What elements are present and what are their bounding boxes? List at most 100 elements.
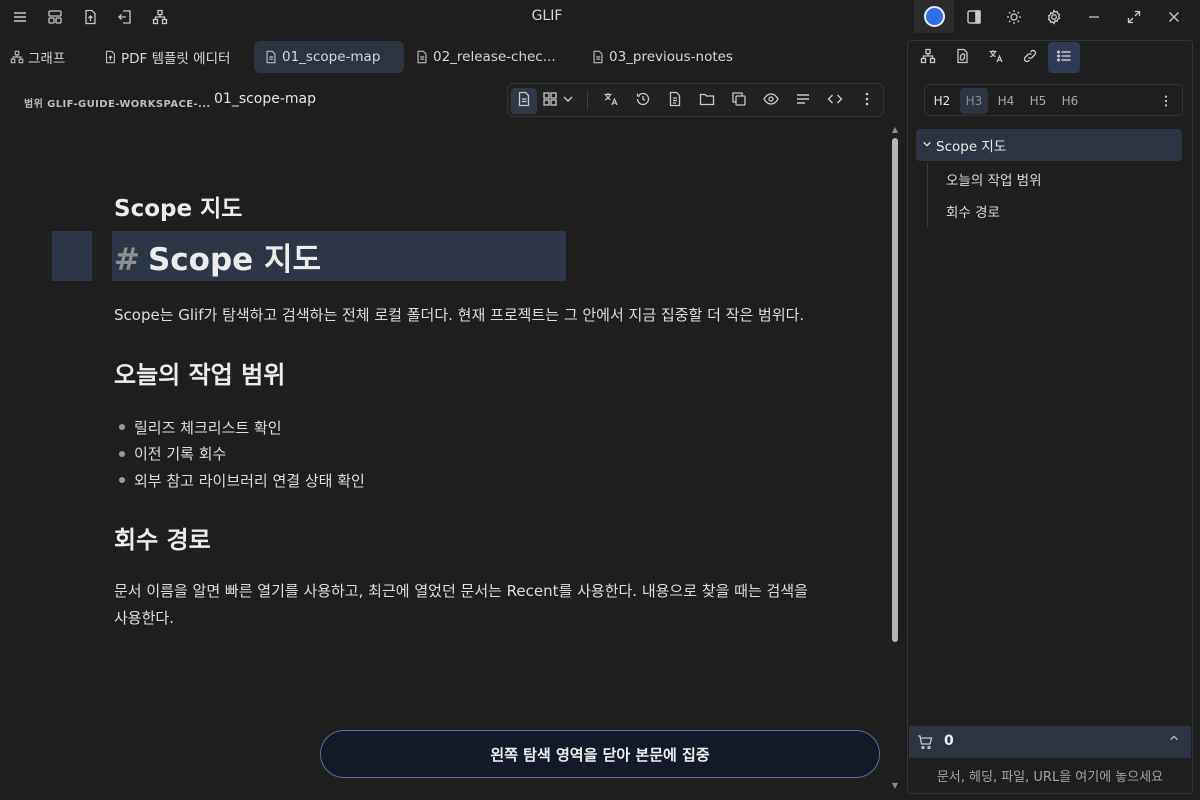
section-heading: 오늘의 작업 범위 <box>114 361 286 389</box>
maximize-icon[interactable] <box>1114 0 1154 33</box>
copy-button[interactable] <box>726 88 752 114</box>
align-icon <box>795 91 811 111</box>
outline-item[interactable]: 회수 경로 <box>928 195 1182 227</box>
document-icon <box>516 91 532 111</box>
focus-mode-button[interactable]: 왼쪽 탐색 영역을 닫아 본문에 집중 <box>320 730 880 778</box>
document-icon <box>264 50 278 64</box>
cart-count: 0 <box>944 733 954 749</box>
folder-icon <box>699 91 715 111</box>
record-icon <box>923 6 945 27</box>
list-icon <box>1056 48 1072 68</box>
document-icon <box>591 50 605 64</box>
brightness-icon[interactable] <box>994 0 1034 33</box>
file-icon <box>667 91 683 111</box>
title-bar-right-tools <box>914 0 1194 33</box>
heading-level-h3[interactable]: H3 <box>960 88 988 114</box>
history-icon <box>635 91 651 111</box>
panel-tab-translate[interactable] <box>980 42 1012 73</box>
tab-graph[interactable]: 그래프 <box>0 41 75 73</box>
list-item: 릴리즈 체크리스트 확인 <box>114 414 365 441</box>
close-icon[interactable] <box>1154 0 1194 33</box>
copy-icon <box>731 91 747 111</box>
heading-level-h6[interactable]: H6 <box>1056 88 1084 114</box>
heading-level-filter: H2 H3 H4 H5 H6 <box>924 84 1183 116</box>
sidebar-toggle-icon[interactable] <box>954 0 994 33</box>
outline-item[interactable]: 오늘의 작업 범위 <box>928 163 1182 195</box>
cart-icon <box>917 734 933 754</box>
heading-level-h5[interactable]: H5 <box>1024 88 1052 114</box>
tab-label: 01_scope-map <box>282 49 381 65</box>
scroll-up-icon[interactable]: ▲ <box>891 126 899 134</box>
gear-icon[interactable] <box>1034 0 1074 33</box>
panel-tab-links[interactable] <box>1014 42 1046 73</box>
heading-marker: # <box>114 242 140 278</box>
minimize-icon[interactable] <box>1074 0 1114 33</box>
editor-toolbar <box>507 83 884 117</box>
outline-item-root[interactable]: Scope 지도 <box>916 129 1182 161</box>
translate-button[interactable] <box>598 88 624 114</box>
tab-label: 02_release-chec... <box>433 49 556 65</box>
record-button[interactable] <box>914 0 954 33</box>
tab-01-scope-map[interactable]: 01_scope-map <box>254 41 404 73</box>
preview-button[interactable] <box>758 88 784 114</box>
tab-label: PDF 템플릿 에디터 <box>121 51 231 67</box>
chevron-down-icon <box>562 93 574 109</box>
editor[interactable]: Scope 지도 # Scope 지도 Scope는 Glif가 탐색하고 검색하… <box>0 120 888 800</box>
more-icon <box>859 91 875 111</box>
more-options-button[interactable] <box>854 88 880 114</box>
panel-tab-graph[interactable] <box>912 42 944 73</box>
breadcrumb-scope[interactable]: 범위 GLIF-GUIDE-WORKSPACE-... <box>24 95 211 110</box>
bullet-list: 릴리즈 체크리스트 확인 이전 기록 회수 외부 참고 라이브러리 연결 상태 … <box>114 414 365 494</box>
chevron-down-icon[interactable] <box>922 137 932 153</box>
folder-button[interactable] <box>694 88 720 114</box>
file-link-icon <box>954 48 970 68</box>
tab-02-release-checklist[interactable]: 02_release-chec... <box>405 41 566 73</box>
active-line-gutter <box>52 231 92 281</box>
tab-label: 그래프 <box>28 51 66 67</box>
section-heading: 회수 경로 <box>114 526 211 554</box>
more-icon[interactable] <box>1156 89 1176 113</box>
document-icon <box>415 50 429 64</box>
file-upload-icon <box>103 50 117 64</box>
drop-zone[interactable]: 문서, 헤딩, 파일, URL을 여기에 놓으세요 <box>909 758 1191 792</box>
outline-item-label: Scope 지도 <box>936 139 1007 155</box>
title-bar: GLIF <box>0 0 1200 34</box>
source-heading-line[interactable]: # Scope 지도 <box>114 234 321 279</box>
scrollbar-thumb[interactable] <box>892 138 898 642</box>
scroll-down-icon[interactable]: ▼ <box>891 782 899 790</box>
toolbar-divider <box>587 92 588 110</box>
document-view-button[interactable] <box>511 88 537 114</box>
tab-label: 03_previous-notes <box>609 49 733 65</box>
outline-children: 오늘의 작업 범위 회수 경로 <box>927 163 1182 227</box>
translate-icon <box>988 48 1004 68</box>
heading-level-h4[interactable]: H4 <box>992 88 1020 114</box>
view-dropdown-button[interactable] <box>558 88 578 114</box>
graph-icon <box>920 48 936 68</box>
panel-tab-outline[interactable] <box>1048 42 1080 73</box>
chevron-up-icon[interactable] <box>1169 732 1179 746</box>
link-icon <box>1022 48 1038 68</box>
eye-icon <box>763 91 779 111</box>
collection-cart-bar[interactable]: 0 <box>909 726 1191 758</box>
heading-level-h2[interactable]: H2 <box>928 88 956 114</box>
translate-icon <box>603 91 619 111</box>
file-button[interactable] <box>662 88 688 114</box>
breadcrumb-document[interactable]: 01_scope-map <box>214 91 316 107</box>
panel-tab-backlinks[interactable] <box>946 42 978 73</box>
editor-scrollbar[interactable]: ▲ ▼ <box>890 126 900 796</box>
grid-icon <box>542 91 558 111</box>
rendered-title: Scope 지도 <box>114 196 243 222</box>
list-item: 외부 참고 라이브러리 연결 상태 확인 <box>114 467 365 494</box>
outline-tree: Scope 지도 오늘의 작업 범위 회수 경로 <box>916 129 1182 227</box>
list-item: 이전 기록 회수 <box>114 441 365 468</box>
graph-icon <box>10 50 24 64</box>
tab-03-previous-notes[interactable]: 03_previous-notes <box>581 41 743 73</box>
history-button[interactable] <box>630 88 656 114</box>
tab-pdf-template-editor[interactable]: PDF 템플릿 에디터 <box>93 41 240 73</box>
paragraph: Scope는 Glif가 탐색하고 검색하는 전체 로컬 폴더다. 현재 프로젝… <box>114 306 805 324</box>
panel-tabs <box>912 42 1080 73</box>
align-button[interactable] <box>790 88 816 114</box>
paragraph: 문서 이름을 알면 빠른 열기를 사용하고, 최근에 열었던 문서는 Recen… <box>114 582 808 627</box>
code-view-button[interactable] <box>822 88 848 114</box>
tab-bar: 그래프 PDF 템플릿 에디터 01_scope-map 02_release-… <box>0 40 906 73</box>
